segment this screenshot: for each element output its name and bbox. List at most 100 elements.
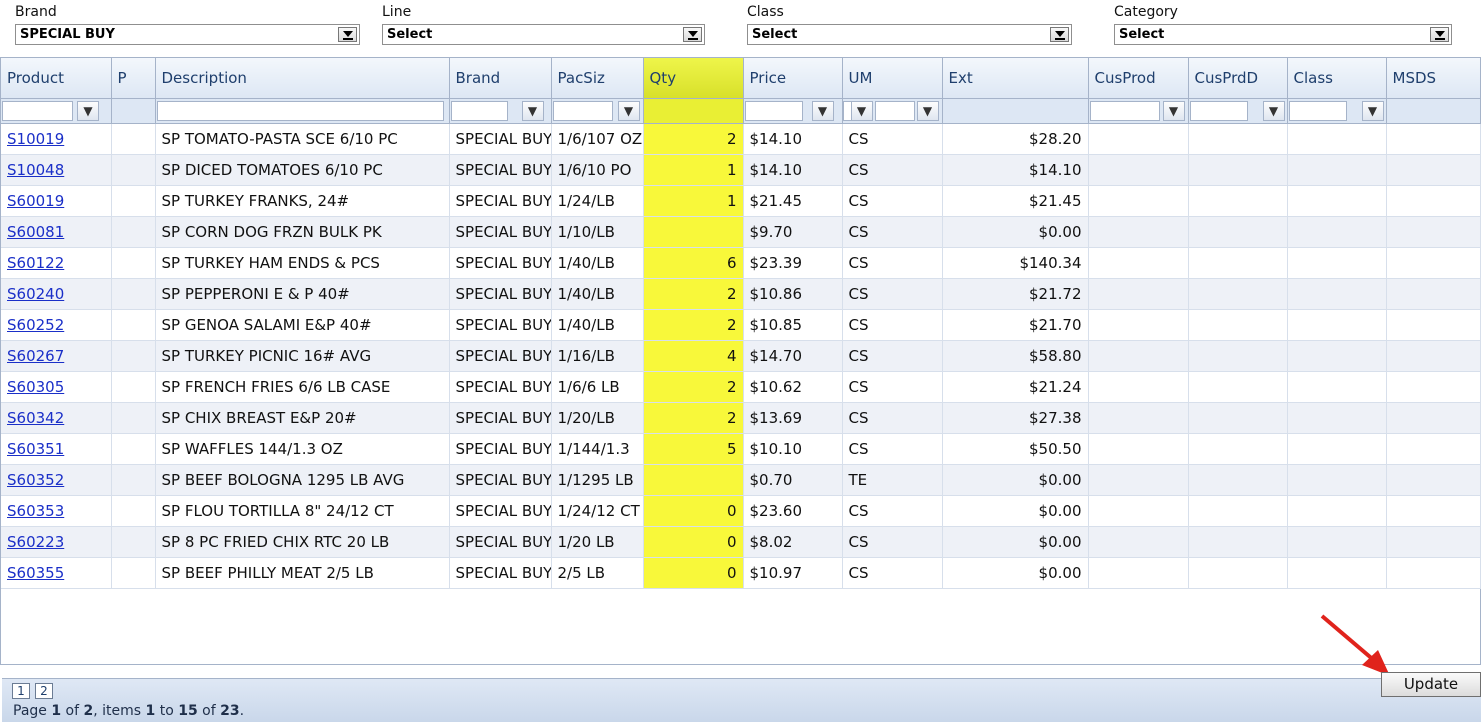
category-select[interactable]: Select — [1114, 24, 1452, 45]
product-link-text[interactable]: S60240 — [7, 285, 64, 303]
qty-cell[interactable]: 4 — [643, 340, 744, 372]
table-row[interactable]: S60019 SP TURKEY FRANKS, 24# SPECIAL BUY 1/… — [1, 185, 1481, 217]
product-link[interactable]: S60355 — [1, 557, 112, 589]
product-link[interactable]: S60342 — [1, 402, 112, 434]
filter-icon[interactable]: ▼ — [1262, 100, 1285, 121]
filter-icon[interactable]: ▼ — [1162, 100, 1185, 121]
qty-cell[interactable]: 1 — [643, 154, 744, 186]
col-header-description[interactable]: Description — [155, 58, 450, 99]
qty-cell[interactable]: 1 — [643, 185, 744, 217]
product-link-text[interactable]: S60019 — [7, 192, 64, 210]
class-select[interactable]: Select — [747, 24, 1072, 45]
table-row[interactable]: S60305 SP FRENCH FRIES 6/6 LB CASE SPECIAL… — [1, 371, 1481, 403]
table-row[interactable]: S60351 SP WAFFLES 144/1.3 OZ SPECIAL BUY 1/… — [1, 433, 1481, 465]
col-header-cusprod[interactable]: CusProd — [1088, 58, 1189, 99]
col-header-pacsiz[interactable]: PacSiz — [551, 58, 644, 99]
filter-icon[interactable]: ▼ — [811, 100, 834, 121]
product-filter-input[interactable] — [2, 100, 73, 121]
product-link[interactable]: S60223 — [1, 526, 112, 558]
table-row[interactable]: S60252 SP GENOA SALAMI E&P 40# SPECIAL BUY… — [1, 309, 1481, 341]
pacsiz-filter-input[interactable] — [552, 100, 613, 121]
brand-select-chevron-down-icon[interactable] — [339, 24, 358, 39]
chevron-down-icon[interactable] — [683, 27, 702, 42]
product-link[interactable]: S60352 — [1, 464, 112, 496]
table-row[interactable]: S60355 SP BEEF PHILLY MEAT 2/5 LB SPECIAL … — [1, 557, 1481, 589]
col-header-price[interactable]: Price — [743, 58, 843, 99]
cusprod-filter-input[interactable] — [1089, 100, 1160, 121]
col-header-cusprdd[interactable]: CusPrdD — [1188, 58, 1288, 99]
product-link[interactable]: S60305 — [1, 371, 112, 403]
qty-cell[interactable] — [643, 216, 744, 248]
qty-cell[interactable]: 0 — [643, 495, 744, 527]
filter-icon[interactable]: ▼ — [521, 100, 544, 121]
brand-select[interactable]: SPECIAL BUY — [15, 24, 360, 45]
product-link-text[interactable]: S10019 — [7, 130, 64, 148]
qty-cell[interactable]: 5 — [643, 433, 744, 465]
line-select[interactable]: Select — [382, 24, 705, 45]
filter-icon[interactable]: ▼ — [850, 100, 873, 121]
product-link[interactable]: S60081 — [1, 216, 112, 248]
product-link[interactable]: S60252 — [1, 309, 112, 341]
product-link[interactable]: S60122 — [1, 247, 112, 279]
class-col-filter-input[interactable] — [1288, 100, 1347, 121]
product-link-text[interactable]: S60342 — [7, 409, 64, 427]
table-row[interactable]: S60352 SP BEEF BOLOGNA 1295 LB AVG SPECIAL… — [1, 464, 1481, 496]
product-link-text[interactable]: S60351 — [7, 440, 64, 458]
qty-cell[interactable]: 2 — [643, 123, 744, 155]
cusprdd-filter-input[interactable] — [1189, 100, 1248, 121]
product-link-text[interactable]: S60081 — [7, 223, 64, 241]
table-row[interactable]: S60267 SP TURKEY PICNIC 16# AVG SPECIAL BU… — [1, 340, 1481, 372]
product-link[interactable]: S60267 — [1, 340, 112, 372]
qty-cell[interactable] — [643, 464, 744, 496]
filter-icon[interactable]: ▼ — [1361, 100, 1384, 121]
chevron-down-icon[interactable] — [1430, 27, 1449, 42]
col-header-qty[interactable]: Qty — [643, 58, 744, 99]
col-header-um[interactable]: UM — [842, 58, 943, 99]
chevron-down-icon[interactable] — [1050, 27, 1069, 42]
filter-icon[interactable]: ▼ — [617, 100, 640, 121]
filter-icon[interactable]: ▼ — [916, 100, 939, 121]
table-row[interactable]: S10019 SP TOMATO-PASTA SCE 6/10 PC SPECIAL… — [1, 123, 1481, 155]
table-row[interactable]: S10048 SP DICED TOMATOES 6/10 PC SPECIAL B… — [1, 154, 1481, 186]
col-header-class[interactable]: Class — [1287, 58, 1387, 99]
price-filter-input[interactable] — [744, 100, 803, 121]
col-header-brand[interactable]: Brand — [449, 58, 552, 99]
col-header-msds[interactable]: MSDS — [1386, 58, 1481, 99]
product-link[interactable]: S60240 — [1, 278, 112, 310]
product-link[interactable]: S10019 — [1, 123, 112, 155]
product-link[interactable]: S60353 — [1, 495, 112, 527]
product-link-text[interactable]: S60223 — [7, 533, 64, 551]
product-link[interactable]: S60351 — [1, 433, 112, 465]
qty-cell[interactable]: 2 — [643, 371, 744, 403]
table-row[interactable]: S60353 SP FLOU TORTILLA 8" 24/12 CT SPECIA… — [1, 495, 1481, 527]
filter-icon[interactable]: ▼ — [77, 100, 99, 121]
product-link[interactable]: S60019 — [1, 185, 112, 217]
table-row[interactable]: S60240 SP PEPPERONI E & P 40# SPECIAL BUY 1… — [1, 278, 1481, 310]
qty-cell[interactable]: 0 — [643, 526, 744, 558]
table-row[interactable]: S60081 SP CORN DOG FRZN BULK PK SPECIAL BU… — [1, 216, 1481, 248]
col-header-product[interactable]: Product — [1, 58, 112, 99]
product-link-text[interactable]: S60353 — [7, 502, 64, 520]
product-link-text[interactable]: S60267 — [7, 347, 64, 365]
qty-cell[interactable]: 2 — [643, 402, 744, 434]
update-button[interactable]: Update — [1381, 672, 1481, 697]
product-link-text[interactable]: S60252 — [7, 316, 64, 334]
qty-cell[interactable]: 0 — [643, 557, 744, 589]
brand-col-filter-input[interactable] — [450, 100, 508, 121]
qty-cell[interactable]: 2 — [643, 278, 744, 310]
qty-cell[interactable]: 6 — [643, 247, 744, 279]
product-link-text[interactable]: S60355 — [7, 564, 64, 582]
um-filter-input[interactable] — [874, 100, 915, 121]
product-link[interactable]: S10048 — [1, 154, 112, 186]
col-header-ext[interactable]: Ext — [942, 58, 1089, 99]
table-row[interactable]: S60223 SP 8 PC FRIED CHIX RTC 20 LB SPECIA… — [1, 526, 1481, 558]
table-row[interactable]: S60122 SP TURKEY HAM ENDS & PCS SPECIAL BU… — [1, 247, 1481, 279]
product-link-text[interactable]: S60305 — [7, 378, 64, 396]
product-link-text[interactable]: S60352 — [7, 471, 64, 489]
table-row[interactable]: S60342 SP CHIX BREAST E&P 20# SPECIAL BUY 1… — [1, 402, 1481, 434]
product-link-text[interactable]: S60122 — [7, 254, 64, 272]
description-filter-input[interactable] — [156, 100, 444, 121]
product-link-text[interactable]: S10048 — [7, 161, 64, 179]
qty-cell[interactable]: 2 — [643, 309, 744, 341]
col-header-p[interactable]: P — [111, 58, 156, 99]
